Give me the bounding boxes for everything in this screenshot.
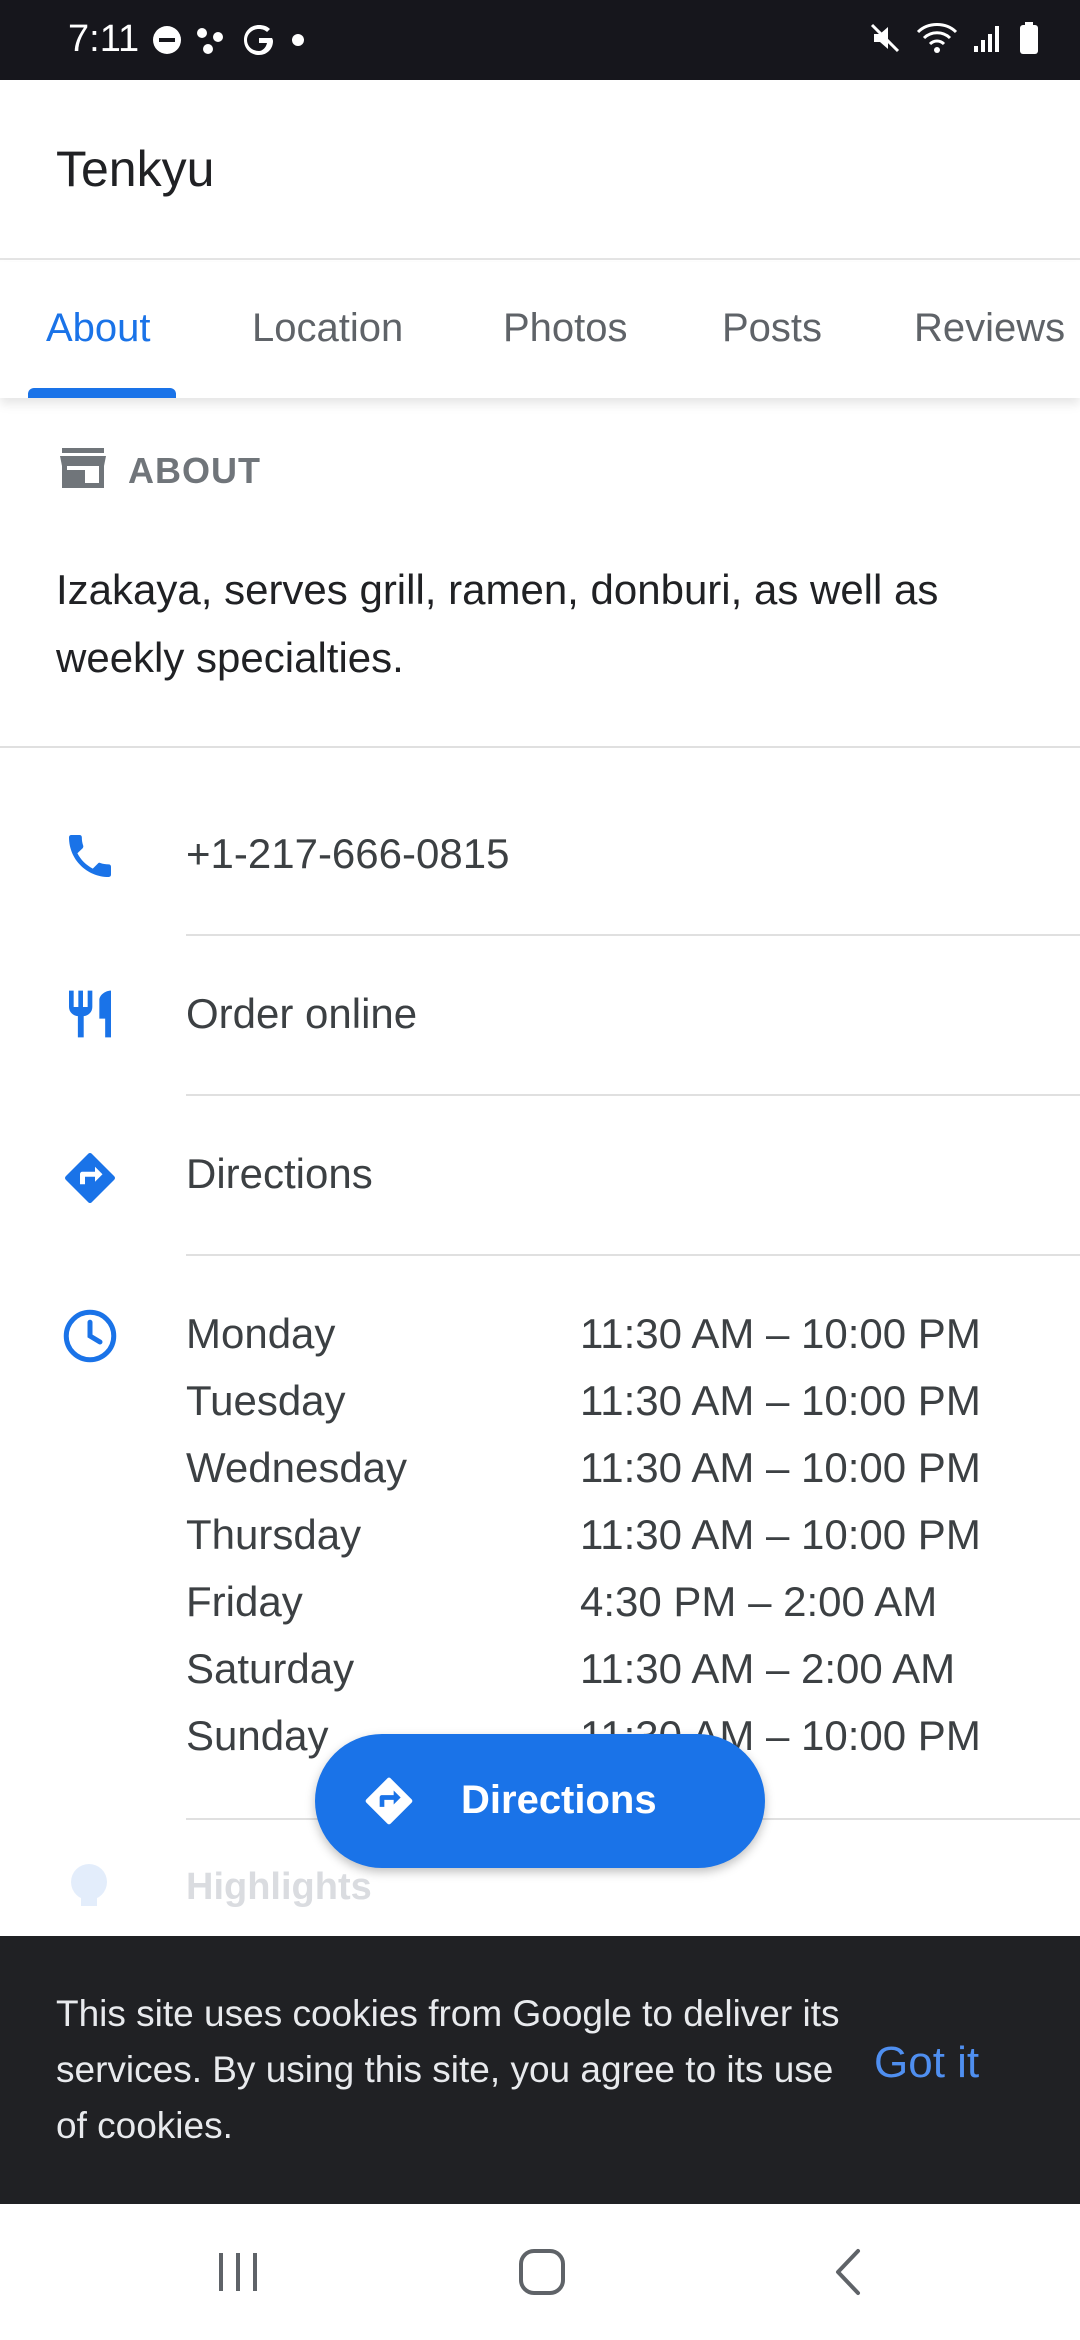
hours-time: 11:30 AM – 10:00 PM — [580, 1510, 981, 1558]
do-not-disturb-icon — [152, 25, 182, 60]
battery-icon — [1018, 21, 1040, 60]
hours-row: Friday 4:30 PM – 2:00 AM — [186, 1568, 1046, 1635]
directions-icon — [58, 1146, 122, 1210]
row-divider — [186, 934, 1080, 936]
dots-icon — [196, 25, 228, 60]
directions-fab-label: Directions — [461, 1778, 657, 1822]
dot-icon — [290, 32, 306, 53]
tab-bar: About Location Photos Posts Reviews — [0, 262, 1080, 398]
about-heading-label: ABOUT — [128, 449, 261, 491]
page-title: Tenkyu — [56, 141, 215, 197]
signal-icon — [972, 22, 1004, 59]
hours-time: 11:30 AM – 10:00 PM — [580, 1309, 981, 1357]
tab-location[interactable]: Location — [252, 306, 403, 351]
lightbulb-icon — [66, 1862, 112, 1917]
section-divider — [0, 746, 1080, 748]
mute-icon — [868, 21, 902, 60]
screen: 7:11 Tenkyu About Location Photos Posts … — [0, 0, 1080, 2340]
tab-posts[interactable]: Posts — [722, 306, 822, 351]
hours-time: 11:30 AM – 10:00 PM — [580, 1443, 981, 1491]
status-right-icons — [868, 20, 1040, 60]
system-nav-bar — [0, 2204, 1080, 2340]
hours-row: Wednesday 11:30 AM – 10:00 PM — [186, 1434, 1046, 1501]
home-button[interactable] — [510, 2240, 574, 2304]
app-header: Tenkyu — [0, 80, 1080, 260]
directions-icon — [361, 1773, 417, 1834]
phone-number[interactable]: +1-217-666-0815 — [186, 830, 509, 878]
back-button[interactable] — [820, 2240, 876, 2304]
hours-time: 4:30 PM – 2:00 AM — [580, 1577, 938, 1625]
highlights-label: Highlights — [186, 1866, 372, 1908]
hours-row: Saturday 11:30 AM – 2:00 AM — [186, 1635, 1046, 1702]
hours-day: Wednesday — [186, 1443, 408, 1491]
tab-about[interactable]: About — [46, 306, 151, 351]
hours-day: Friday — [186, 1577, 303, 1625]
row-divider — [186, 1254, 1080, 1256]
got-it-button[interactable]: Got it — [874, 2038, 979, 2088]
hours-row: Tuesday 11:30 AM – 10:00 PM — [186, 1367, 1046, 1434]
hours-row: Thursday 11:30 AM – 10:00 PM — [186, 1501, 1046, 1568]
store-icon — [60, 448, 106, 493]
about-description: Izakaya, serves grill, ramen, donburi, a… — [56, 566, 939, 681]
hours-day: Tuesday — [186, 1376, 346, 1424]
status-left-icons — [152, 22, 306, 62]
opening-hours[interactable]: Monday 11:30 AM – 10:00 PM Tuesday 11:30… — [186, 1300, 1046, 1769]
recent-apps-button[interactable] — [210, 2240, 266, 2304]
directions-link[interactable]: Directions — [186, 1150, 373, 1198]
tab-reviews[interactable]: Reviews — [914, 306, 1065, 351]
wifi-icon — [916, 20, 958, 61]
cookie-banner: This site uses cookies from Google to de… — [0, 1936, 1080, 2204]
row-divider — [186, 1094, 1080, 1096]
about-heading: ABOUT — [60, 448, 261, 493]
clock-icon — [58, 1304, 122, 1368]
hours-time: 11:30 AM – 2:00 AM — [580, 1644, 956, 1692]
google-icon — [242, 23, 276, 62]
active-tab-indicator — [28, 388, 176, 398]
status-bar: 7:11 — [0, 0, 1080, 80]
restaurant-icon — [58, 982, 122, 1046]
order-online-link[interactable]: Order online — [186, 990, 417, 1038]
tab-photos[interactable]: Photos — [503, 306, 628, 351]
hours-row: Monday 11:30 AM – 10:00 PM — [186, 1300, 1046, 1367]
cookie-message: This site uses cookies from Google to de… — [56, 1993, 840, 2146]
status-time: 7:11 — [68, 18, 140, 60]
phone-icon — [58, 824, 122, 888]
hours-day: Monday — [186, 1309, 336, 1357]
hours-time: 11:30 AM – 10:00 PM — [580, 1376, 981, 1424]
directions-fab[interactable]: Directions — [315, 1734, 765, 1868]
hours-day: Saturday — [186, 1644, 355, 1692]
hours-day: Thursday — [186, 1510, 362, 1558]
